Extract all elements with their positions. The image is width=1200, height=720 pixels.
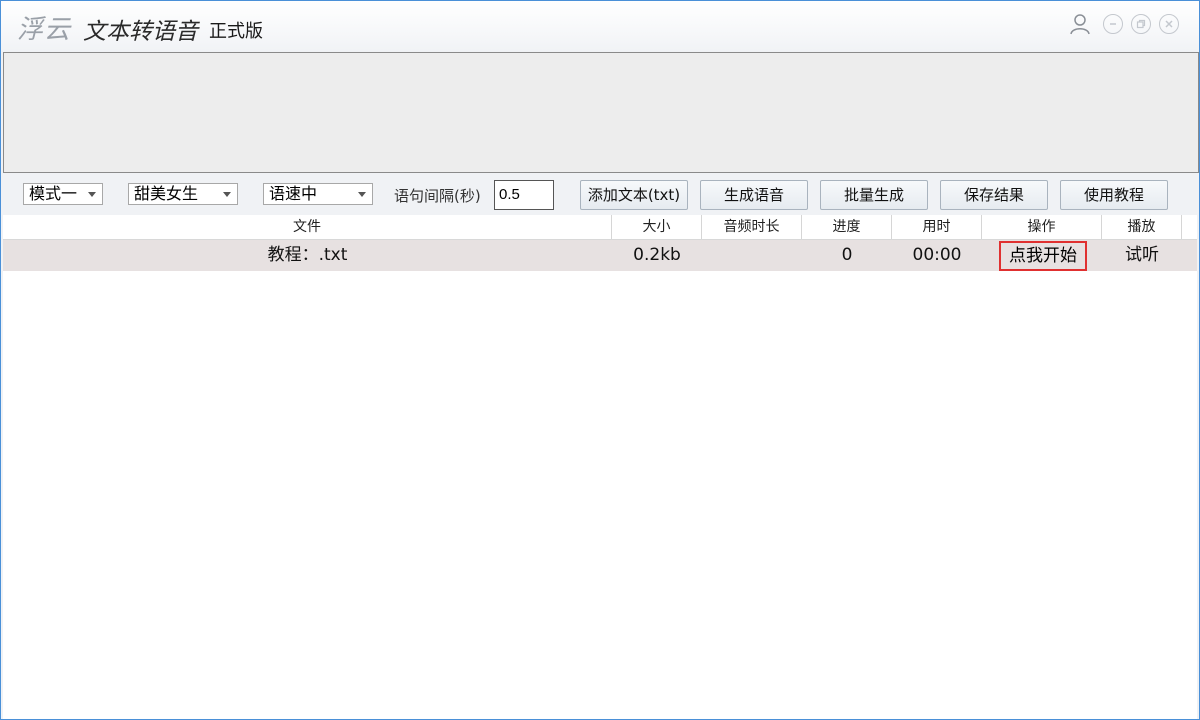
save-result-button[interactable]: 保存结果 <box>940 180 1048 210</box>
column-header-play[interactable]: 播放 <box>1102 215 1182 239</box>
cell-size: 0.2kb <box>633 245 681 265</box>
toolbar: 模式一 甜美女生 语速中 语句间隔(秒) 0.5 添加文本(txt) 生成语音 … <box>1 177 1199 213</box>
interval-label: 语句间隔(秒) <box>394 187 481 205</box>
title-bar[interactable]: 浮云 文本转语音 正式版 <box>1 1 1199 51</box>
column-header-progress[interactable]: 进度 <box>802 215 892 239</box>
batch-generate-button[interactable]: 批量生成 <box>820 180 928 210</box>
generate-button[interactable]: 生成语音 <box>700 180 808 210</box>
mode-select[interactable]: 模式一 <box>23 183 103 205</box>
app-edition: 正式版 <box>209 21 263 42</box>
voice-select-value: 甜美女生 <box>134 184 199 203</box>
voice-select[interactable]: 甜美女生 <box>128 183 238 205</box>
user-icon[interactable] <box>1069 13 1091 35</box>
column-header-time[interactable]: 用时 <box>892 215 982 239</box>
cell-time: 00:00 <box>912 245 962 265</box>
preview-button[interactable]: 试听 <box>1102 240 1182 271</box>
minimize-icon[interactable] <box>1103 14 1123 34</box>
restore-icon[interactable] <box>1131 14 1151 34</box>
column-header-size[interactable]: 大小 <box>612 215 702 239</box>
chevron-down-icon <box>88 192 96 197</box>
start-button[interactable]: 点我开始 <box>999 241 1087 271</box>
text-input-area[interactable] <box>3 52 1199 173</box>
app-logo: 浮云 <box>17 15 72 45</box>
speed-select-value: 语速中 <box>269 184 318 203</box>
app-name: 文本转语音 <box>83 19 198 45</box>
column-header-action[interactable]: 操作 <box>982 215 1102 239</box>
chevron-down-icon <box>223 192 231 197</box>
app-window: 浮云 文本转语音 正式版 模式一 甜美女生 语速中 语句间隔(秒) 0.5 添加… <box>0 0 1200 720</box>
add-text-button[interactable]: 添加文本(txt) <box>580 180 688 210</box>
interval-input[interactable]: 0.5 <box>494 180 554 210</box>
file-table: 文件 大小 音频时长 进度 用时 操作 播放 教程：.txt 0.2kb 0 0… <box>3 215 1197 719</box>
speed-select[interactable]: 语速中 <box>263 183 373 205</box>
cell-duration <box>702 240 802 271</box>
cell-file: 教程：.txt <box>267 245 348 265</box>
close-icon[interactable] <box>1159 14 1179 34</box>
cell-progress: 0 <box>841 245 853 265</box>
table-header: 文件 大小 音频时长 进度 用时 操作 播放 <box>3 215 1197 240</box>
column-header-duration[interactable]: 音频时长 <box>702 215 802 239</box>
table-row[interactable]: 教程：.txt 0.2kb 0 00:00 点我开始 试听 <box>3 240 1197 271</box>
mode-select-value: 模式一 <box>29 184 78 203</box>
window-controls <box>1069 13 1179 35</box>
column-header-file[interactable]: 文件 <box>3 215 612 239</box>
tutorial-button[interactable]: 使用教程 <box>1060 180 1168 210</box>
chevron-down-icon <box>358 192 366 197</box>
